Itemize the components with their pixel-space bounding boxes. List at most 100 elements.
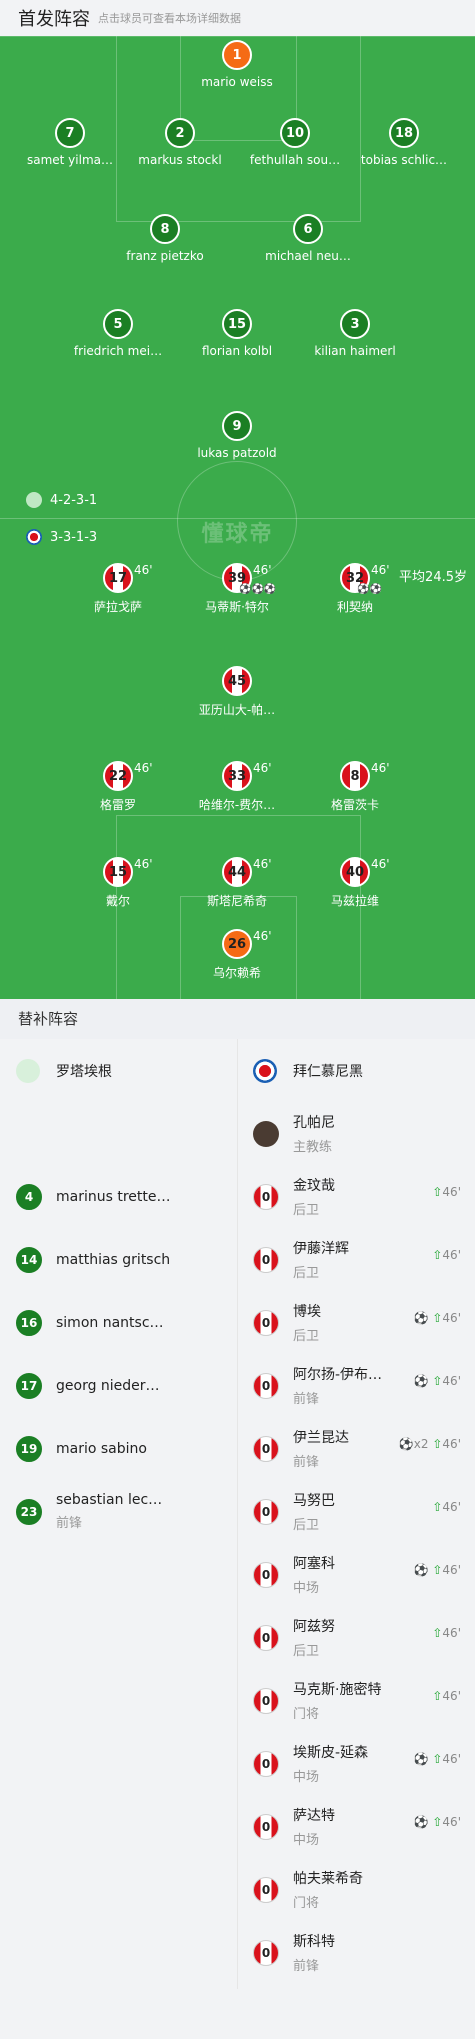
sub-minute: 46' [442,1752,461,1766]
away-player[interactable]: 17 46' 萨拉戈萨 [58,563,178,615]
sub-minute: 46' [442,1437,461,1451]
player-name: 马蒂斯·特尔 [205,600,269,614]
coach-row[interactable]: 孔帕尼 主教练 [237,1102,475,1165]
sub-minute: 46' [134,761,153,775]
sub-events: ⚽ ⇧46' [414,1374,461,1388]
pitch: 懂球帝 4-2-3-1 3-3-1-3 平均24.5岁 1 mario weis… [0,36,475,999]
player-name: 亚历山大-帕… [198,703,276,717]
player-number: 0 [253,1939,279,1966]
away-player[interactable]: 8 46' 格雷茨卡 [295,761,415,813]
home-player[interactable]: 8 franz pietzko [105,214,225,263]
away-sub-row[interactable]: 0 埃斯皮-延森 中场 ⚽ ⇧46' [237,1732,475,1795]
player-number: 26 [222,929,252,959]
player-name: 金玟哉 [293,1178,335,1194]
sub-events: ⚽ ⇧46' [414,1563,461,1577]
player-position: 中场 [293,1833,320,1848]
player-name: 乌尔赖希 [212,966,261,980]
player-position: 前锋 [293,1392,320,1407]
home-sub-row[interactable]: 4 marinus trette… [0,1165,237,1228]
player-name: 哈维尔-费尔… [198,798,276,812]
sub-minute: 46' [442,1185,461,1199]
home-player[interactable]: 3 kilian haimerl [295,309,415,358]
home-player[interactable]: 2 markus stockl [120,118,240,167]
home-player[interactable]: 10 fethullah sou… [235,118,355,167]
player-position: 门将 [293,1707,320,1722]
away-sub-row[interactable]: 0 伊藤洋辉 后卫 ⇧46' [237,1228,475,1291]
away-sub-row[interactable]: 0 马克斯·施密特 门将 ⇧46' [237,1669,475,1732]
player-number: 18 [389,118,419,148]
sub-minute: 46' [253,563,272,577]
player-name: 格雷茨卡 [330,798,379,812]
player-name: 阿尔扬-伊布… [293,1367,383,1383]
player-number: 8 [150,214,180,244]
player-position: 前锋 [56,1516,83,1531]
home-player[interactable]: 1 mario weiss [177,40,297,89]
sub-minute: 46' [442,1626,461,1640]
away-player[interactable]: 15 46' 戴尔 [58,857,178,909]
home-subs-list: 4 marinus trette… 14 matthias gritsch 16 simo… [0,1165,237,1543]
away-sub-row[interactable]: 0 帕夫莱希奇 门将 [237,1858,475,1921]
away-player[interactable]: 39 ⚽⚽⚽ 46' 马蒂斯·特尔 [177,563,297,615]
player-number: 15 [103,857,133,887]
away-player[interactable]: 45 亚历山大-帕… [177,666,297,718]
goal-icon: ⚽ [413,1374,429,1388]
away-sub-row[interactable]: 0 金玟哉 后卫 ⇧46' [237,1165,475,1228]
sub-minute: 46' [442,1248,461,1262]
away-player[interactable]: 33 46' 哈维尔-费尔… [177,761,297,813]
home-player[interactable]: 18 tobias schlic… [344,118,464,167]
player-position: 中场 [293,1770,320,1785]
player-number: 44 [222,857,252,887]
home-sub-row[interactable]: 19 mario sabino [0,1417,237,1480]
away-sub-row[interactable]: 0 阿尔扬-伊布… 前锋 ⚽ ⇧46' [237,1354,475,1417]
sub-events: ⇧46' [432,1500,461,1514]
player-number: 0 [253,1561,279,1588]
away-sub-row[interactable]: 0 斯科特 前锋 [237,1921,475,1984]
home-player[interactable]: 5 friedrich mei… [58,309,178,358]
player-name: simon nantsc… [56,1314,164,1331]
goal-balls-icon: ⚽⚽⚽ [239,584,277,595]
player-number: 1 [222,40,252,70]
away-sub-row[interactable]: 0 阿塞科 中场 ⚽ ⇧46' [237,1543,475,1606]
player-name: lukas patzold [197,446,277,460]
away-sub-row[interactable]: 0 博埃 后卫 ⚽ ⇧46' [237,1291,475,1354]
home-sub-row[interactable]: 16 simon nantsc… [0,1291,237,1354]
bayern-logo-icon [253,1058,277,1083]
player-number: 17 [16,1372,42,1399]
player-name: michael neu… [265,249,351,263]
player-number: 10 [280,118,310,148]
coach-name: 孔帕尼 [293,1115,335,1131]
sub-minute: 46' [442,1815,461,1829]
home-player[interactable]: 15 florian kolbl [177,309,297,358]
away-sub-row[interactable]: 0 伊兰昆达 前锋 ⚽x2 ⇧46' [237,1417,475,1480]
player-number: 16 [16,1309,42,1336]
player-number: 9 [222,411,252,441]
player-position: 后卫 [293,1518,320,1533]
goal-icon: ⚽ [413,1311,429,1325]
away-sub-row[interactable]: 0 萨达特 中场 ⚽ ⇧46' [237,1795,475,1858]
away-player[interactable]: 22 46' 格雷罗 [58,761,178,813]
player-number: 0 [253,1498,279,1525]
home-sub-row[interactable]: 17 georg nieder… [0,1354,237,1417]
away-player[interactable]: 32 ⚽⚽ 46' 利契纳 [295,563,415,615]
player-name: 马克斯·施密特 [293,1682,382,1698]
player-number: 7 [55,118,85,148]
away-player[interactable]: 40 46' 马兹拉维 [295,857,415,909]
home-player[interactable]: 9 lukas patzold [177,411,297,460]
player-number: 23 [16,1498,42,1525]
away-player[interactable]: 44 46' 斯塔尼希奇 [177,857,297,909]
player-name: marinus trette… [56,1188,171,1205]
home-player[interactable]: 6 michael neu… [248,214,368,263]
player-name: matthias gritsch [56,1251,171,1268]
home-sub-row[interactable]: 23 sebastian lec… 前锋 [0,1480,237,1543]
sub-events: ⇧46' [432,1185,461,1199]
away-sub-row[interactable]: 0 阿兹努 后卫 ⇧46' [237,1606,475,1669]
home-player[interactable]: 7 samet yilma… [10,118,130,167]
away-sub-row[interactable]: 0 马努巴 后卫 ⇧46' [237,1480,475,1543]
home-sub-row[interactable]: 14 matthias gritsch [0,1228,237,1291]
player-number: 2 [165,118,195,148]
player-number: 0 [253,1876,279,1903]
player-position: 后卫 [293,1644,320,1659]
player-number: 0 [253,1750,279,1777]
away-player[interactable]: 26 46' 乌尔赖希 [177,929,297,981]
home-formation: 4-2-3-1 [26,492,97,508]
